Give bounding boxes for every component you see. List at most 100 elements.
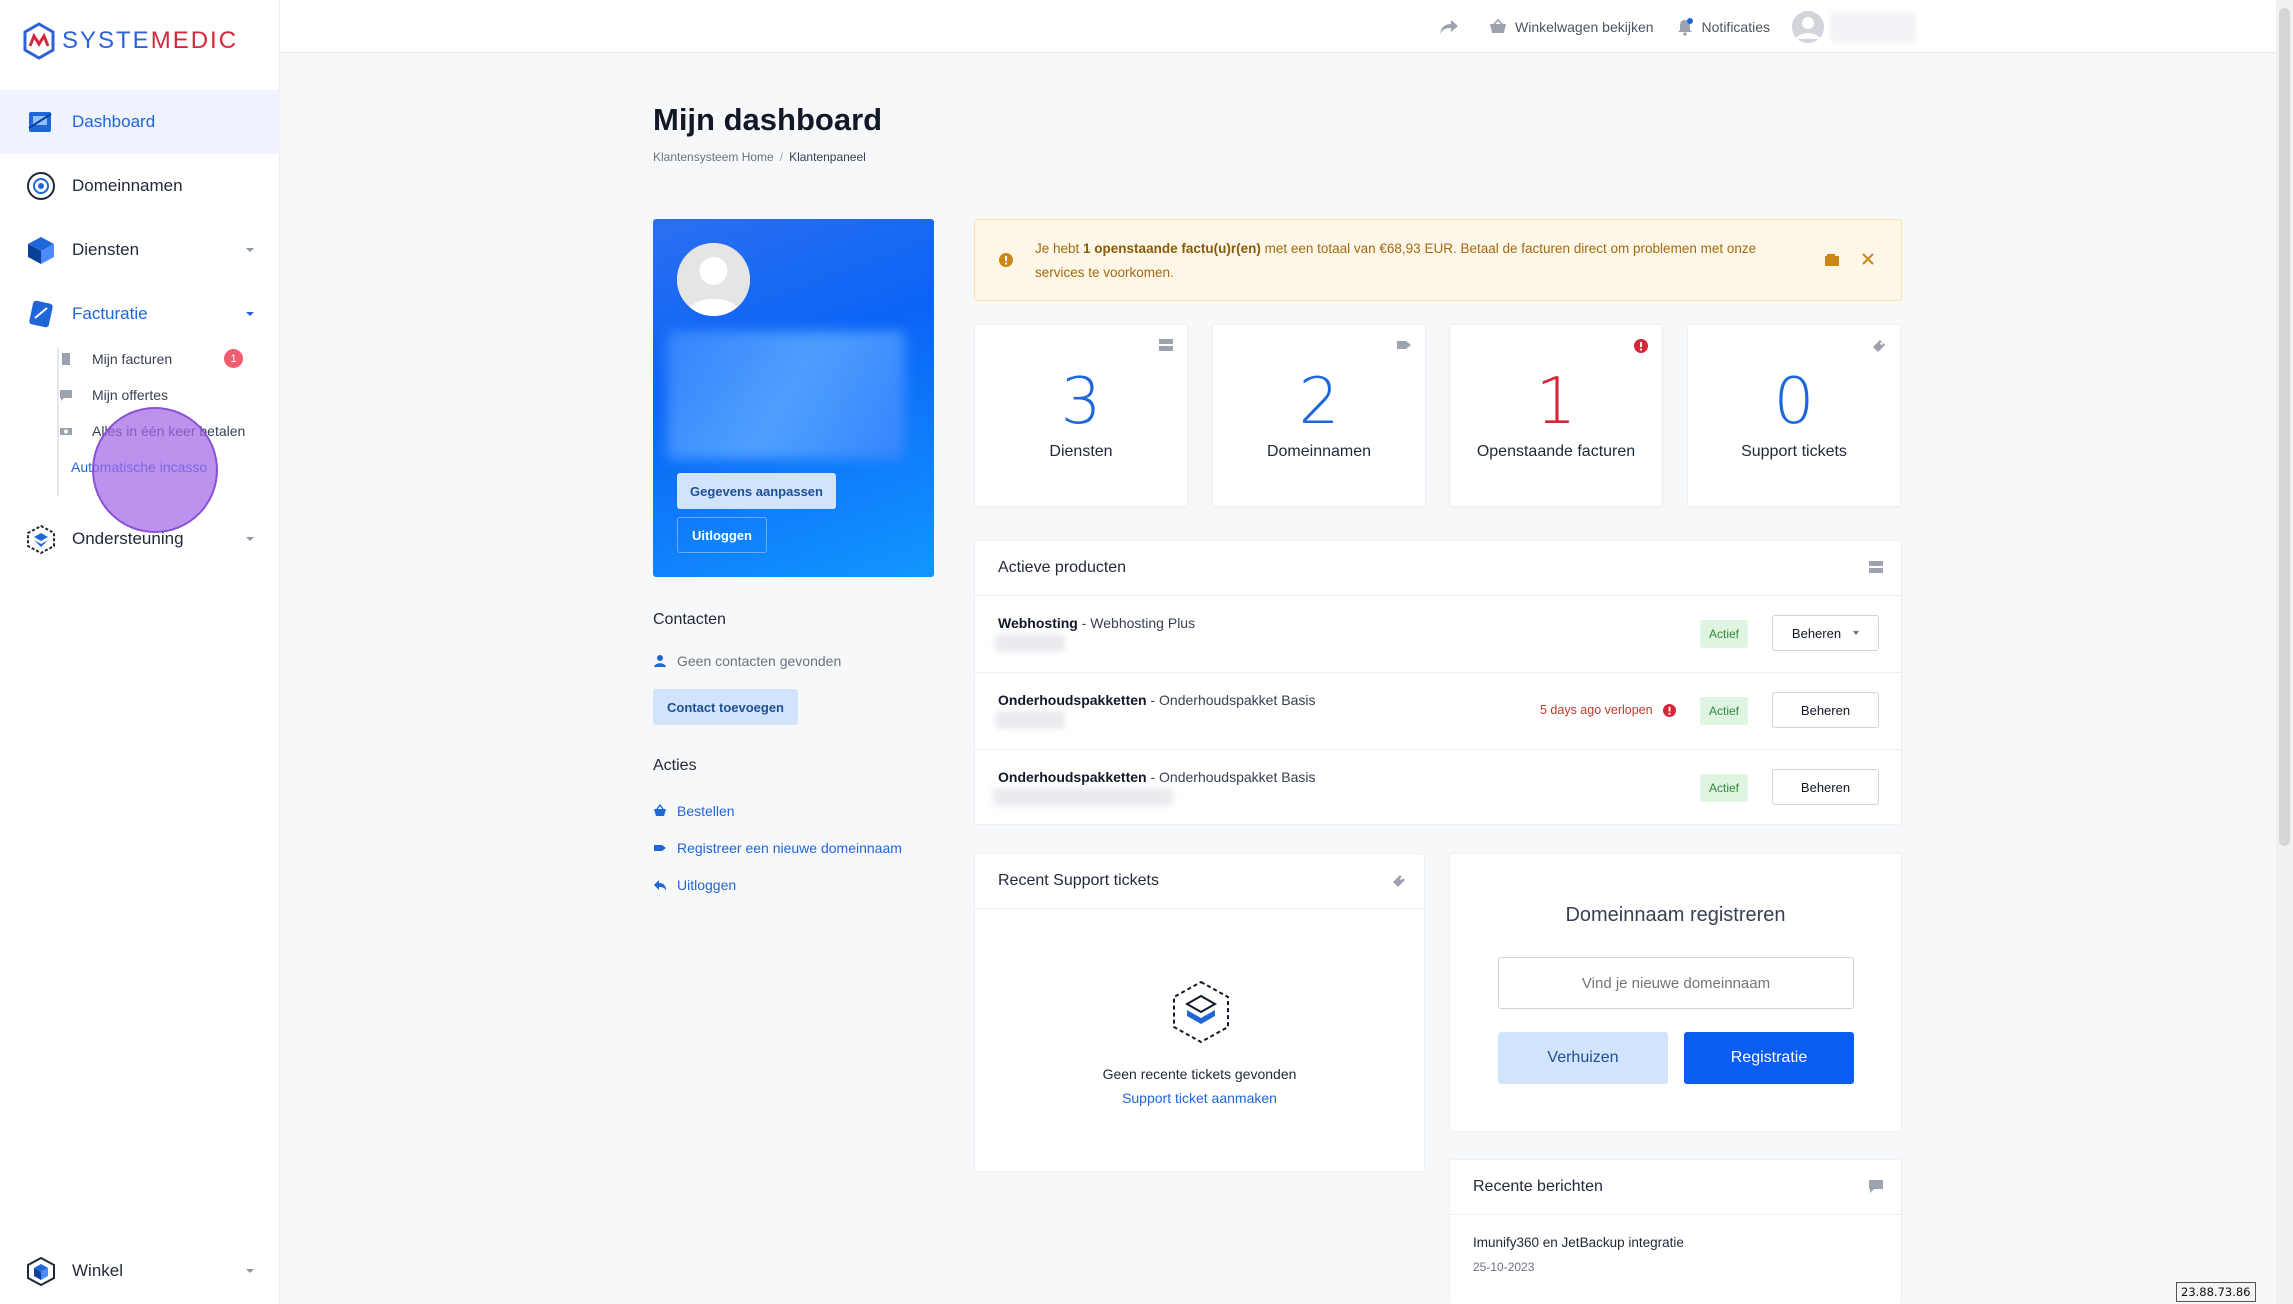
news-item-title[interactable]: Imunify360 en JetBackup integratie xyxy=(1473,1235,1684,1250)
panel-title: Actieve producten xyxy=(998,559,1127,576)
cart-label: Winkelwagen bekijken xyxy=(1515,18,1654,35)
user-icon xyxy=(677,243,750,316)
stat-label: Openstaande facturen xyxy=(1476,443,1636,460)
document-icon xyxy=(62,353,70,365)
contacts-empty: Geen contacten gevonden xyxy=(653,653,841,669)
stat-card-open-invoices[interactable]: 1 Openstaande facturen xyxy=(1449,324,1663,507)
ip-address-label: 23.88.73.86 xyxy=(2176,1282,2256,1302)
product-row: Onderhoudspakketten - Onderhoudspakket B… xyxy=(975,750,1901,827)
close-icon[interactable] xyxy=(1861,252,1875,266)
chat-icon xyxy=(1869,1180,1883,1193)
register-domain-link[interactable]: Registreer een nieuwe domeinnaam xyxy=(653,840,902,856)
unpaid-invoices-alert: Je hebt 1 openstaande factu(u)r(en) met … xyxy=(974,219,1902,301)
submenu-item-direct-debit[interactable]: Automatische incasso xyxy=(71,452,207,482)
manage-button[interactable]: Beheren xyxy=(1772,615,1879,651)
alert-icon xyxy=(1634,339,1648,353)
reply-icon xyxy=(654,880,666,891)
manage-button[interactable]: Beheren xyxy=(1772,769,1879,805)
sidebar-item-label: Facturatie xyxy=(72,304,148,323)
alert-prefix: Je hebt xyxy=(1035,241,1084,256)
submenu-item-my-quotes[interactable]: Mijn offertes xyxy=(60,380,168,410)
tickets-empty-text: Geen recente tickets gevonden xyxy=(1102,1066,1297,1082)
basket-icon xyxy=(1490,18,1506,33)
support-box-icon xyxy=(1173,980,1229,1044)
submenu-item-label: Automatische incasso xyxy=(71,459,208,475)
profile-card: Gegevens aanpassen Uitloggen xyxy=(653,219,934,577)
alert-bold: 1 openstaande factu(u)r(en) xyxy=(1083,241,1261,256)
profile-logout-button[interactable]: Uitloggen xyxy=(677,517,767,553)
breadcrumb-home-link[interactable]: Klantensysteem Home xyxy=(653,150,774,164)
stat-card-domains[interactable]: 2 Domeinnamen xyxy=(1212,324,1426,507)
submenu-item-pay-all[interactable]: Alles in één keer betalen xyxy=(60,416,245,446)
order-link[interactable]: Bestellen xyxy=(653,803,735,819)
status-badge: Actief xyxy=(1700,774,1748,802)
logo-text-part2: MEDIC xyxy=(150,27,239,54)
server-icon xyxy=(1869,561,1883,573)
share-button[interactable] xyxy=(1439,19,1467,35)
manage-button[interactable]: Beheren xyxy=(1772,692,1879,728)
user-menu-blurred[interactable] xyxy=(1830,11,1916,42)
stat-card-services[interactable]: 3 Diensten xyxy=(974,324,1188,507)
order-link-label: Bestellen xyxy=(677,803,735,819)
chat-icon xyxy=(60,390,72,401)
news-item-date: 25-10-2023 xyxy=(1473,1260,1535,1274)
basket-icon xyxy=(654,804,666,816)
status-badge: Actief xyxy=(1700,620,1748,648)
sidebar-item-services[interactable]: Diensten xyxy=(0,218,280,282)
edit-profile-button[interactable]: Gegevens aanpassen xyxy=(677,473,836,509)
warning-icon xyxy=(999,253,1013,267)
sidebar-item-billing[interactable]: Facturatie xyxy=(0,282,280,346)
domain-register-title: Domeinnaam registreren xyxy=(1565,904,1786,926)
recent-tickets-panel: Recent Support tickets Geen recente tick… xyxy=(974,853,1425,1172)
notifications-button[interactable]: Notificaties xyxy=(1676,17,1770,36)
topbar: Winkelwagen bekijken Notificaties xyxy=(280,0,2276,53)
stat-label: Support tickets xyxy=(1741,443,1847,460)
sidebar-item-support[interactable]: Ondersteuning xyxy=(0,507,280,571)
transfer-domain-button[interactable]: Verhuizen xyxy=(1498,1032,1668,1084)
logo-icon xyxy=(23,22,55,60)
sidebar-item-shop[interactable]: Winkel xyxy=(0,1239,280,1303)
user-avatar[interactable] xyxy=(1792,10,1824,43)
submenu-item-my-invoices[interactable]: Mijn facturen 1 xyxy=(60,344,243,374)
cash-icon xyxy=(60,428,72,435)
cart-button[interactable]: Winkelwagen bekijken xyxy=(1489,18,1654,35)
logout-link[interactable]: Uitloggen xyxy=(653,877,736,893)
sidebar-item-label: Diensten xyxy=(72,240,140,259)
chevron-down-icon xyxy=(1853,631,1860,635)
domain-search-input[interactable] xyxy=(1498,957,1854,1009)
scrollbar-thumb[interactable] xyxy=(2279,8,2290,846)
user-icon xyxy=(1792,10,1824,43)
manage-button-label: Beheren xyxy=(1791,625,1842,641)
page-title: Mijn dashboard xyxy=(653,102,883,137)
profile-details-blurred xyxy=(667,331,905,459)
product-plan: - Onderhoudspakket Basis xyxy=(1146,769,1316,785)
breadcrumb-current: Klantenpaneel xyxy=(789,150,866,164)
actions-heading: Acties xyxy=(653,757,697,774)
product-row: Webhosting - Webhosting Plus Actief Behe… xyxy=(975,596,1901,673)
wallet-icon[interactable] xyxy=(1825,254,1839,266)
chevron-down-icon xyxy=(246,537,254,541)
product-group: Webhosting xyxy=(998,615,1078,631)
stat-card-support-tickets[interactable]: 0 Support tickets xyxy=(1687,324,1901,507)
user-icon xyxy=(654,655,666,667)
logo[interactable]: SYSTEMEDIC xyxy=(22,22,238,60)
create-ticket-link[interactable]: Support ticket aanmaken xyxy=(975,1090,1424,1106)
register-domain-button[interactable]: Registratie xyxy=(1684,1032,1854,1084)
recent-news-panel: Recente berichten Imunify360 en JetBacku… xyxy=(1449,1159,1902,1304)
breadcrumb: Klantensysteem Home / Klantenpaneel xyxy=(653,150,866,164)
ticket-icon xyxy=(1873,340,1885,352)
stat-value: 0 xyxy=(1773,365,1815,439)
sidebar-item-dashboard[interactable]: Dashboard xyxy=(0,90,280,154)
scrollbar[interactable] xyxy=(2276,0,2293,1304)
sidebar: SYSTEMEDIC Dashboard Domeinnamen Dienste… xyxy=(0,0,280,1304)
stat-label: Diensten xyxy=(1049,443,1113,460)
sidebar-item-domains[interactable]: Domeinnamen xyxy=(0,154,280,218)
logo-text-part1: SYSTE xyxy=(62,27,151,54)
sidebar-item-label: Ondersteuning xyxy=(72,529,184,548)
product-domain-blurred xyxy=(993,788,1173,806)
stat-value: 3 xyxy=(1060,365,1102,439)
globe-icon xyxy=(24,169,58,203)
add-contact-button[interactable]: Contact toevoegen xyxy=(653,689,798,725)
product-group: Onderhoudspakketten xyxy=(998,769,1147,785)
product-plan: - Onderhoudspakket Basis xyxy=(1146,692,1316,708)
